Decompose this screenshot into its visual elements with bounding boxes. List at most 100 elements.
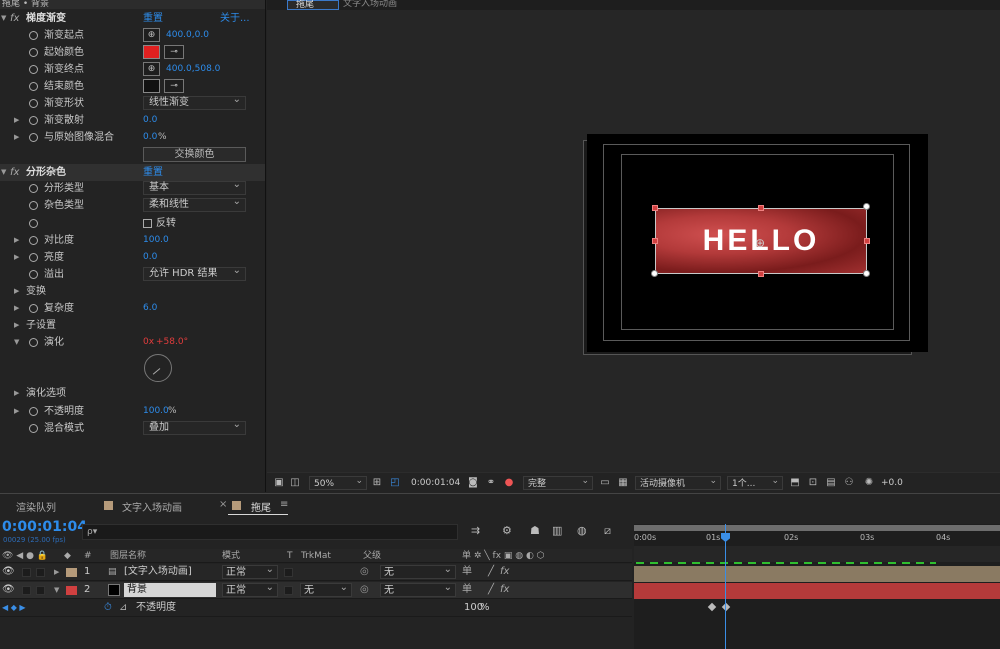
graph-editor-icon[interactable]: ⧄ [604, 524, 611, 538]
stopwatch-icon[interactable] [29, 116, 38, 125]
collapse-icon[interactable]: ▼ [54, 583, 59, 597]
collapse-icon[interactable]: ▼ [1, 164, 6, 181]
timeline-icon[interactable]: ▤ [825, 477, 837, 489]
stopwatch-icon[interactable] [29, 133, 38, 142]
transform-handle[interactable] [864, 238, 870, 244]
stopwatch-icon[interactable] [29, 31, 38, 40]
anchor-point-icon[interactable]: ⊕ [755, 236, 765, 250]
transform-handle[interactable] [863, 270, 870, 277]
fractal-type-dropdown[interactable]: 基本 [143, 179, 246, 195]
zoom-dropdown[interactable]: 50% [309, 474, 367, 490]
invert-checkbox[interactable] [143, 219, 152, 228]
show-snapshot-icon[interactable]: ⚭ [485, 477, 497, 489]
stopwatch-icon[interactable] [29, 407, 38, 416]
comp-mini-flowchart-icon[interactable]: ⇉ [471, 524, 480, 537]
effect-fractal-header[interactable]: ▼ fx 分形杂色 重置 [0, 164, 265, 181]
lock-switch[interactable] [36, 586, 45, 595]
start-color-swatch[interactable] [143, 45, 160, 59]
evolution-dial[interactable] [144, 354, 172, 382]
stopwatch-icon[interactable] [29, 236, 38, 245]
prop-sub-settings[interactable]: ▶ 子设置 [0, 317, 265, 334]
start-point-value[interactable]: 400.0,0.0 [166, 27, 209, 44]
stopwatch-icon[interactable]: ⏱ [104, 601, 112, 615]
layer-name[interactable]: [文字入场动画] [124, 565, 192, 579]
fx-icon[interactable]: fx [10, 10, 19, 27]
audio-switch[interactable] [22, 586, 31, 595]
complexity-value[interactable]: 6.0 [143, 300, 157, 317]
layer-row[interactable]: 👁 ▶ 1 ▤ [文字入场动画] 正常 ◎ 无 单 ╱ fx [0, 563, 632, 581]
roi-icon[interactable]: ▭ [599, 477, 611, 489]
master-channel-icon[interactable]: ◫ [289, 477, 301, 489]
keyframe-nav-icon[interactable]: ◀ ◆ ▶ [2, 601, 26, 615]
end-color-swatch[interactable] [143, 79, 160, 93]
ramp-shape-dropdown[interactable]: 线性渐变 [143, 94, 246, 110]
transparency-icon[interactable]: ▦ [617, 477, 629, 489]
tab-text-anim[interactable]: 文字入场动画 [122, 499, 182, 514]
panel-menu-icon[interactable]: ≡ [280, 499, 288, 510]
flowchart-icon[interactable]: ⚇ [843, 477, 855, 489]
layer-mode-dropdown[interactable]: 正常 [222, 581, 278, 597]
preserve-transparency-switch[interactable] [284, 568, 293, 577]
tab-tail[interactable]: 拖尾 [251, 499, 271, 514]
transform-handle[interactable] [758, 271, 764, 277]
expand-icon[interactable]: ▶ [14, 283, 19, 300]
always-preview-icon[interactable]: ▣ [273, 477, 285, 489]
transform-handle[interactable] [651, 270, 658, 277]
layer-bar-2[interactable] [634, 583, 1000, 599]
stopwatch-icon[interactable] [29, 65, 38, 74]
transform-handle[interactable] [863, 203, 870, 210]
pick-whip-icon[interactable]: ◎ [360, 583, 369, 597]
layer-name[interactable]: 背景 [124, 583, 216, 597]
tab-render-queue[interactable]: 渲染队列 [16, 499, 56, 514]
playhead[interactable] [725, 524, 726, 649]
parent-dropdown[interactable]: 无 [380, 563, 456, 579]
stopwatch-icon[interactable] [29, 184, 38, 193]
expand-icon[interactable]: ▶ [14, 232, 19, 249]
scatter-value[interactable]: 0.0 [143, 112, 157, 129]
brightness-value[interactable]: 0.0 [143, 249, 157, 266]
stopwatch-icon[interactable] [29, 338, 38, 347]
effect-gradient-header[interactable]: ▼ fx 梯度渐变 重置 关于... [0, 10, 265, 27]
evolution-degrees[interactable]: +58.0° [156, 334, 188, 351]
visibility-eye-icon[interactable]: 👁 [2, 565, 15, 579]
viewer-timecode[interactable]: 0:00:01:04 [411, 476, 460, 490]
about-link[interactable]: 关于... [220, 10, 250, 27]
graph-icon[interactable]: ⊿ [119, 601, 127, 615]
views-dropdown[interactable]: 1个... [727, 474, 783, 490]
audio-switch[interactable] [22, 568, 31, 577]
end-point-value[interactable]: 400.0,508.0 [166, 61, 220, 78]
current-timecode[interactable]: 0:00:01:04 [2, 519, 87, 535]
stopwatch-icon[interactable] [29, 48, 38, 57]
opacity-value[interactable]: 100.0 [143, 403, 169, 420]
shy-layers-icon[interactable]: ☗ [530, 524, 540, 537]
contrast-value[interactable]: 100.0 [143, 232, 169, 249]
expand-icon[interactable]: ▶ [14, 112, 19, 129]
transform-handle[interactable] [652, 238, 658, 244]
expand-icon[interactable]: ▶ [14, 385, 19, 402]
expand-icon[interactable]: ▶ [14, 249, 19, 266]
layer-bar-1[interactable] [634, 566, 1000, 582]
fx-icon[interactable]: fx [10, 164, 19, 181]
reset-link[interactable]: 重置 [143, 10, 163, 27]
pick-whip-icon[interactable]: ◎ [360, 565, 369, 579]
layer-color-label[interactable] [66, 568, 77, 577]
shy-switch-icon[interactable]: 单 [462, 583, 472, 597]
stopwatch-icon[interactable] [29, 424, 38, 433]
camera-dropdown[interactable]: 活动摄像机 [635, 474, 721, 490]
layer-row[interactable]: 👁 ▼ 2 背景 正常 无 ◎ 无 单 ╱ fx [0, 581, 632, 599]
fast-preview-icon[interactable]: ⊡ [807, 477, 819, 489]
frame-blending-icon[interactable]: ▥ [552, 524, 562, 537]
draft-3d-icon[interactable]: ⚙ [502, 524, 512, 537]
prop-evolution-options[interactable]: ▶ 演化选项 [0, 385, 265, 402]
stopwatch-icon[interactable] [29, 99, 38, 108]
prop-transform[interactable]: ▶ 变换 [0, 283, 265, 300]
noise-type-dropdown[interactable]: 柔和线性 [143, 196, 246, 212]
comp-tab-active[interactable]: 拖尾 [287, 0, 339, 10]
comp-tab-text-anim[interactable]: 文字入场动画 [343, 0, 397, 10]
quality-switch-icon[interactable]: ╱ [488, 583, 494, 597]
layer-color-label[interactable] [66, 586, 77, 595]
motion-blur-icon[interactable]: ◍ [577, 524, 587, 537]
eyedropper-icon[interactable]: ⊸ [164, 79, 184, 93]
expand-icon[interactable]: ▶ [14, 129, 19, 146]
reset-link[interactable]: 重置 [143, 164, 163, 181]
